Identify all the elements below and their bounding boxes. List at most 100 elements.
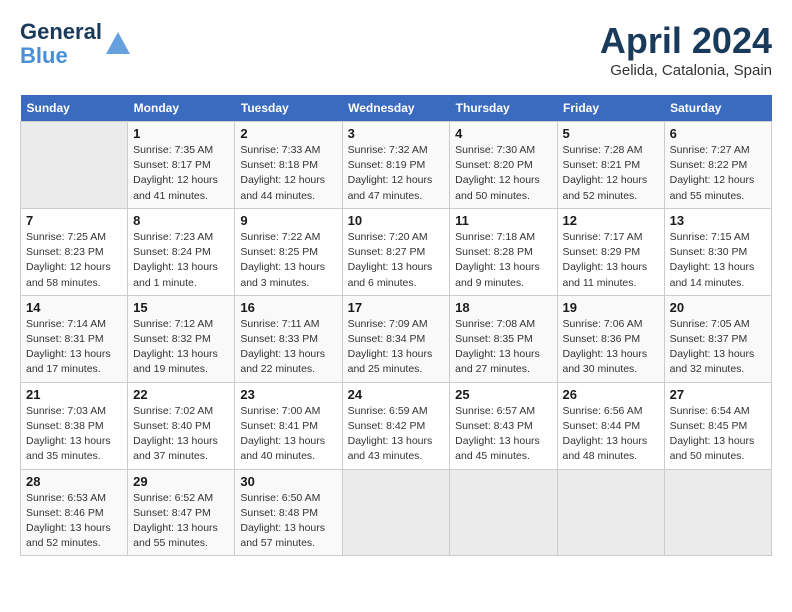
calendar-cell: 2 Sunrise: 7:33 AMSunset: 8:18 PMDaylight… (235, 122, 342, 209)
day-info: Sunrise: 7:35 AMSunset: 8:17 PMDaylight:… (133, 143, 229, 204)
calendar-week-row: 14 Sunrise: 7:14 AMSunset: 8:31 PMDayligh… (21, 295, 772, 382)
day-number: 2 (240, 126, 336, 141)
column-header-monday: Monday (128, 95, 235, 122)
calendar-week-row: 1 Sunrise: 7:35 AMSunset: 8:17 PMDaylight… (21, 122, 772, 209)
day-info: Sunrise: 7:22 AMSunset: 8:25 PMDaylight:… (240, 230, 336, 291)
calendar-cell: 27 Sunrise: 6:54 AMSunset: 8:45 PMDayligh… (664, 382, 771, 469)
calendar-cell: 30Sunrise: 6:50 AMSunset: 8:48 PMDayligh… (235, 469, 342, 556)
calendar-cell: 5Sunrise: 7:28 AMSunset: 8:21 PMDaylight… (557, 122, 664, 209)
day-info: Sunrise: 7:15 AMSunset: 8:30 PMDaylight:… (670, 230, 766, 291)
calendar-cell (450, 469, 557, 556)
day-number: 25 (455, 387, 551, 402)
day-info: Sunrise: 7:18 AMSunset: 8:28 PMDaylight:… (455, 230, 551, 291)
day-info: Sunrise: 7:25 AMSunset: 8:23 PMDaylight:… (26, 230, 122, 291)
calendar-cell: 16Sunrise: 7:11 AMSunset: 8:33 PMDayligh… (235, 295, 342, 382)
day-number: 10 (348, 213, 445, 228)
day-info: Sunrise: 7:11 AMSunset: 8:33 PMDaylight:… (240, 317, 336, 378)
day-number: 12 (563, 213, 659, 228)
calendar-cell: 19 Sunrise: 7:06 AMSunset: 8:36 PMDayligh… (557, 295, 664, 382)
day-info: Sunrise: 7:33 AMSunset: 8:18 PMDaylight:… (240, 143, 336, 204)
column-header-tuesday: Tuesday (235, 95, 342, 122)
calendar-cell: 14 Sunrise: 7:14 AMSunset: 8:31 PMDayligh… (21, 295, 128, 382)
day-info: Sunrise: 6:59 AMSunset: 8:42 PMDaylight:… (348, 404, 445, 465)
day-number: 21 (26, 387, 122, 402)
calendar-cell: 15Sunrise: 7:12 AMSunset: 8:32 PMDayligh… (128, 295, 235, 382)
day-info: Sunrise: 6:53 AMSunset: 8:46 PMDaylight:… (26, 491, 122, 552)
day-number: 26 (563, 387, 659, 402)
day-number: 22 (133, 387, 229, 402)
day-info: Sunrise: 7:14 AMSunset: 8:31 PMDaylight:… (26, 317, 122, 378)
column-header-wednesday: Wednesday (342, 95, 450, 122)
calendar-cell: 6Sunrise: 7:27 AMSunset: 8:22 PMDaylight… (664, 122, 771, 209)
location-subtitle: Gelida, Catalonia, Spain (600, 62, 772, 79)
day-number: 8 (133, 213, 229, 228)
calendar-table: SundayMondayTuesdayWednesdayThursdayFrid… (20, 95, 772, 556)
calendar-cell: 24 Sunrise: 6:59 AMSunset: 8:42 PMDayligh… (342, 382, 450, 469)
day-info: Sunrise: 7:00 AMSunset: 8:41 PMDaylight:… (240, 404, 336, 465)
column-header-sunday: Sunday (21, 95, 128, 122)
calendar-cell: 29Sunrise: 6:52 AMSunset: 8:47 PMDayligh… (128, 469, 235, 556)
calendar-cell: 12 Sunrise: 7:17 AMSunset: 8:29 PMDayligh… (557, 208, 664, 295)
calendar-cell: 26Sunrise: 6:56 AMSunset: 8:44 PMDayligh… (557, 382, 664, 469)
day-number: 14 (26, 300, 122, 315)
calendar-cell: 17 Sunrise: 7:09 AMSunset: 8:34 PMDayligh… (342, 295, 450, 382)
day-number: 6 (670, 126, 766, 141)
day-info: Sunrise: 7:20 AMSunset: 8:27 PMDaylight:… (348, 230, 445, 291)
page-header: GeneralBlue April 2024 Gelida, Catalonia… (20, 20, 772, 79)
calendar-cell: 23 Sunrise: 7:00 AMSunset: 8:41 PMDayligh… (235, 382, 342, 469)
day-number: 24 (348, 387, 445, 402)
calendar-cell: 4 Sunrise: 7:30 AMSunset: 8:20 PMDaylight… (450, 122, 557, 209)
day-info: Sunrise: 7:05 AMSunset: 8:37 PMDaylight:… (670, 317, 766, 378)
day-info: Sunrise: 7:09 AMSunset: 8:34 PMDaylight:… (348, 317, 445, 378)
calendar-cell: 21 Sunrise: 7:03 AMSunset: 8:38 PMDayligh… (21, 382, 128, 469)
calendar-cell (664, 469, 771, 556)
calendar-cell: 10 Sunrise: 7:20 AMSunset: 8:27 PMDayligh… (342, 208, 450, 295)
day-info: Sunrise: 6:52 AMSunset: 8:47 PMDaylight:… (133, 491, 229, 552)
day-number: 19 (563, 300, 659, 315)
calendar-cell (342, 469, 450, 556)
day-info: Sunrise: 7:32 AMSunset: 8:19 PMDaylight:… (348, 143, 445, 204)
calendar-cell: 11 Sunrise: 7:18 AMSunset: 8:28 PMDayligh… (450, 208, 557, 295)
month-title: April 2024 (600, 20, 772, 62)
title-block: April 2024 Gelida, Catalonia, Spain (600, 20, 772, 79)
column-header-saturday: Saturday (664, 95, 771, 122)
day-number: 11 (455, 213, 551, 228)
day-number: 18 (455, 300, 551, 315)
calendar-body: 1 Sunrise: 7:35 AMSunset: 8:17 PMDaylight… (21, 122, 772, 556)
calendar-cell: 20 Sunrise: 7:05 AMSunset: 8:37 PMDayligh… (664, 295, 771, 382)
day-number: 20 (670, 300, 766, 315)
day-number: 13 (670, 213, 766, 228)
calendar-cell (21, 122, 128, 209)
day-number: 1 (133, 126, 229, 141)
day-info: Sunrise: 7:03 AMSunset: 8:38 PMDaylight:… (26, 404, 122, 465)
day-info: Sunrise: 7:06 AMSunset: 8:36 PMDaylight:… (563, 317, 659, 378)
day-info: Sunrise: 7:12 AMSunset: 8:32 PMDaylight:… (133, 317, 229, 378)
day-number: 4 (455, 126, 551, 141)
column-header-friday: Friday (557, 95, 664, 122)
day-number: 5 (563, 126, 659, 141)
calendar-cell: 25 Sunrise: 6:57 AMSunset: 8:43 PMDayligh… (450, 382, 557, 469)
day-number: 9 (240, 213, 336, 228)
calendar-cell: 22Sunrise: 7:02 AMSunset: 8:40 PMDayligh… (128, 382, 235, 469)
calendar-cell: 9 Sunrise: 7:22 AMSunset: 8:25 PMDaylight… (235, 208, 342, 295)
day-info: Sunrise: 7:17 AMSunset: 8:29 PMDaylight:… (563, 230, 659, 291)
calendar-week-row: 7Sunrise: 7:25 AMSunset: 8:23 PMDaylight… (21, 208, 772, 295)
calendar-cell: 8 Sunrise: 7:23 AMSunset: 8:24 PMDaylight… (128, 208, 235, 295)
calendar-cell: 28 Sunrise: 6:53 AMSunset: 8:46 PMDayligh… (21, 469, 128, 556)
calendar-header-row: SundayMondayTuesdayWednesdayThursdayFrid… (21, 95, 772, 122)
day-number: 23 (240, 387, 336, 402)
day-info: Sunrise: 7:08 AMSunset: 8:35 PMDaylight:… (455, 317, 551, 378)
calendar-week-row: 28 Sunrise: 6:53 AMSunset: 8:46 PMDayligh… (21, 469, 772, 556)
day-info: Sunrise: 6:54 AMSunset: 8:45 PMDaylight:… (670, 404, 766, 465)
day-info: Sunrise: 6:57 AMSunset: 8:43 PMDaylight:… (455, 404, 551, 465)
day-number: 28 (26, 474, 122, 489)
day-number: 27 (670, 387, 766, 402)
day-number: 17 (348, 300, 445, 315)
day-info: Sunrise: 7:23 AMSunset: 8:24 PMDaylight:… (133, 230, 229, 291)
day-info: Sunrise: 7:30 AMSunset: 8:20 PMDaylight:… (455, 143, 551, 204)
calendar-cell: 18 Sunrise: 7:08 AMSunset: 8:35 PMDayligh… (450, 295, 557, 382)
logo-text: GeneralBlue (20, 20, 102, 68)
calendar-cell: 1 Sunrise: 7:35 AMSunset: 8:17 PMDaylight… (128, 122, 235, 209)
day-number: 3 (348, 126, 445, 141)
calendar-cell (557, 469, 664, 556)
